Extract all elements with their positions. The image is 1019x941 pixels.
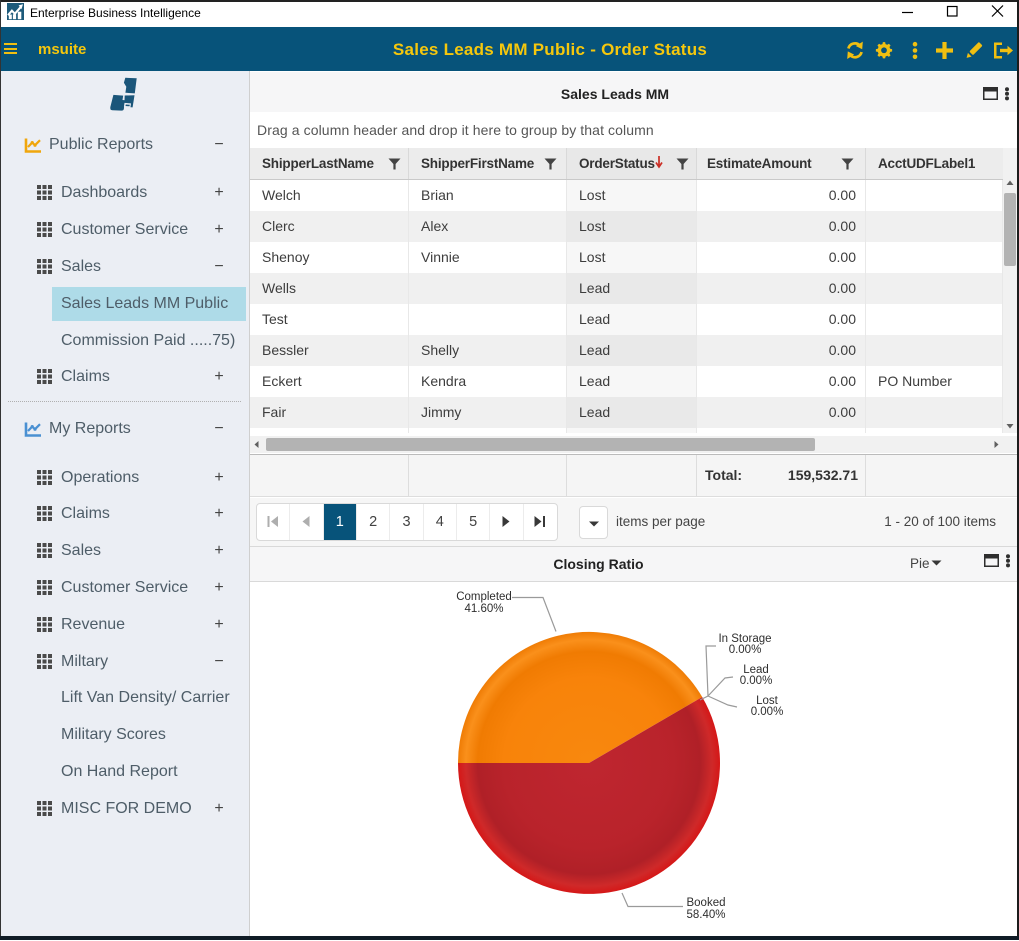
svg-text:0.00%: 0.00% <box>740 675 773 687</box>
svg-text:41.60%: 41.60% <box>464 603 503 615</box>
svg-text:58.40%: 58.40% <box>686 909 725 921</box>
svg-text:0.00%: 0.00% <box>729 644 762 656</box>
svg-text:0.00%: 0.00% <box>751 706 784 718</box>
svg-text:Completed: Completed <box>456 591 512 603</box>
svg-text:Booked: Booked <box>686 897 725 909</box>
